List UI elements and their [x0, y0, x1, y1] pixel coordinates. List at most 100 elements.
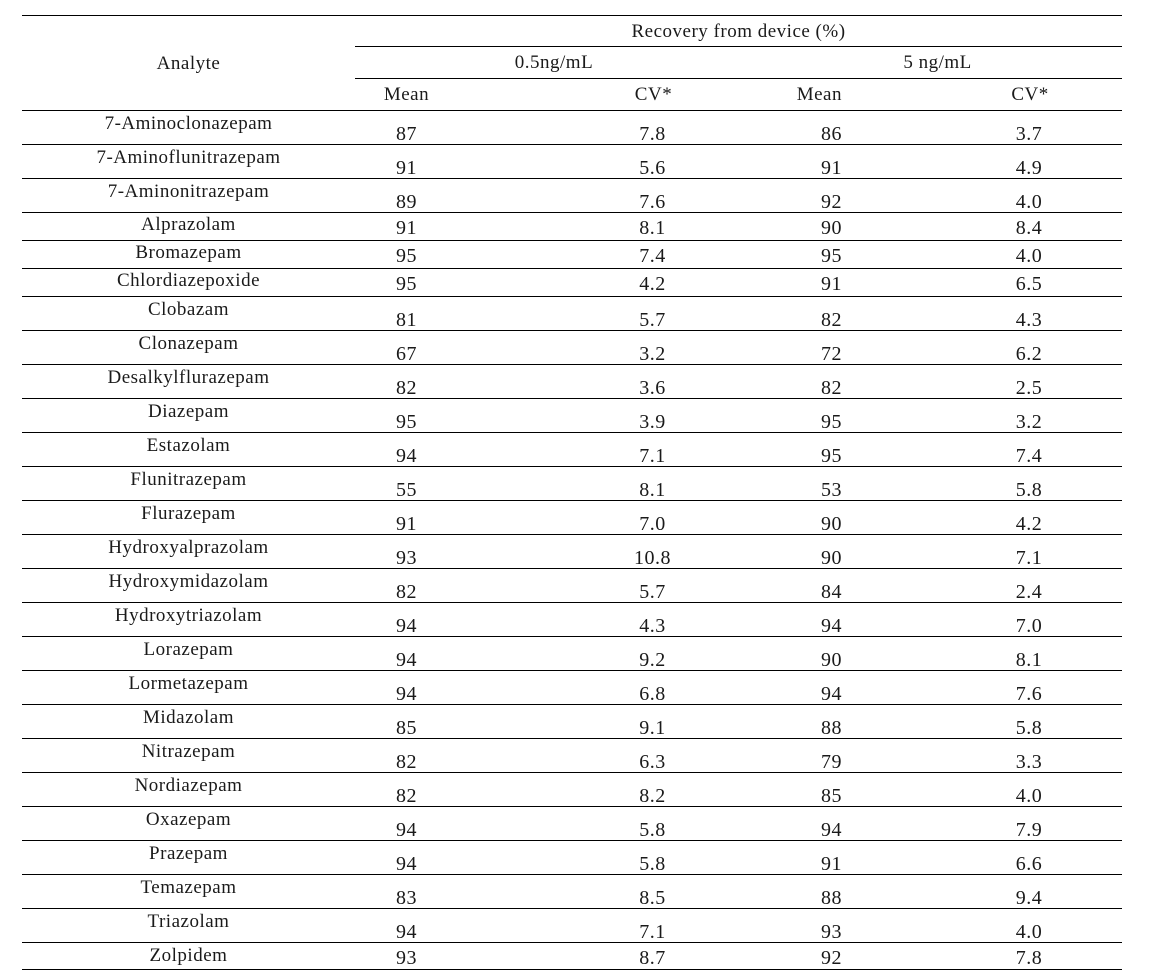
concentration-header-5: 5 ng/mL	[753, 46, 1123, 79]
mean-0-5-cell: 94	[355, 840, 554, 875]
cv-0-5-cell: 6.8	[554, 670, 753, 705]
cv-0-5-cell: 7.1	[554, 432, 753, 467]
table-row: 7-Aminoclonazepam 87 7.8 86 3.7	[22, 110, 1123, 145]
mean-0-5-cell: 91	[355, 212, 554, 241]
mean-5-cell: 84	[753, 568, 938, 603]
cv-5-cell: 4.3	[938, 296, 1123, 331]
mean-5-cell: 90	[753, 500, 938, 535]
mean-header-0-5: Mean	[355, 78, 554, 111]
cv-0-5-cell: 8.2	[554, 772, 753, 807]
table-row: Lormetazepam 94 6.8 94 7.6	[22, 670, 1123, 705]
cv-5-cell: 7.6	[938, 670, 1123, 705]
table-row: Lorazepam 94 9.2 90 8.1	[22, 636, 1123, 671]
mean-header-5: Mean	[753, 78, 938, 111]
cv-5-cell: 7.0	[938, 602, 1123, 637]
cv-0-5-cell: 9.1	[554, 704, 753, 739]
table-row: Bromazepam 95 7.4 95 4.0	[22, 240, 1123, 269]
mean-0-5-cell: 95	[355, 398, 554, 433]
cv-0-5-cell: 8.7	[554, 942, 753, 970]
cv-5-cell: 4.0	[938, 178, 1123, 213]
analyte-cell: Zolpidem	[22, 942, 355, 970]
mean-5-cell: 94	[753, 602, 938, 637]
cv-0-5-cell: 5.8	[554, 806, 753, 841]
table-row: Alprazolam 91 8.1 90 8.4	[22, 212, 1123, 241]
cv-5-cell: 7.4	[938, 432, 1123, 467]
cv-5-cell: 8.1	[938, 636, 1123, 671]
cv-5-cell: 4.0	[938, 772, 1123, 807]
cv-0-5-cell: 8.5	[554, 874, 753, 909]
analyte-cell: Nitrazepam	[22, 738, 355, 773]
mean-5-cell: 95	[753, 432, 938, 467]
table-row: Flunitrazepam 55 8.1 53 5.8	[22, 466, 1123, 501]
analyte-cell: Clonazepam	[22, 330, 355, 365]
table-row: Hydroxytriazolam 94 4.3 94 7.0	[22, 602, 1123, 637]
cv-0-5-cell: 3.9	[554, 398, 753, 433]
mean-0-5-cell: 87	[355, 110, 554, 145]
table-body: 7-Aminoclonazepam 87 7.8 86 3.7 7-Aminoflunit…	[22, 110, 1123, 970]
recovery-table: Analyte Recovery from device (%) 0.5ng/m…	[22, 15, 1123, 970]
mean-5-cell: 72	[753, 330, 938, 365]
analyte-cell: Alprazolam	[22, 212, 355, 241]
cv-0-5-cell: 7.0	[554, 500, 753, 535]
analyte-cell: Diazepam	[22, 398, 355, 433]
analyte-cell: Flurazepam	[22, 500, 355, 535]
mean-0-5-cell: 95	[355, 268, 554, 297]
table-row: Clonazepam 67 3.2 72 6.2	[22, 330, 1123, 365]
table-row: Chlordiazepoxide 95 4.2 91 6.5	[22, 268, 1123, 297]
mean-0-5-cell: 83	[355, 874, 554, 909]
mean-0-5-cell: 82	[355, 772, 554, 807]
analyte-cell: Desalkylflurazepam	[22, 364, 355, 399]
cv-0-5-cell: 5.7	[554, 296, 753, 331]
table-row: Temazepam 83 8.5 88 9.4	[22, 874, 1123, 909]
mean-5-cell: 86	[753, 110, 938, 145]
table-row: 7-Aminoflunitrazepam 91 5.6 91 4.9	[22, 144, 1123, 179]
cv-0-5-cell: 5.7	[554, 568, 753, 603]
cv-5-cell: 6.5	[938, 268, 1123, 297]
table-row: Prazepam 94 5.8 91 6.6	[22, 840, 1123, 875]
cv-5-cell: 5.8	[938, 704, 1123, 739]
table-row: 7-Aminonitrazepam 89 7.6 92 4.0	[22, 178, 1123, 213]
mean-0-5-cell: 94	[355, 602, 554, 637]
analyte-cell: Nordiazepam	[22, 772, 355, 807]
table-row: Triazolam 94 7.1 93 4.0	[22, 908, 1123, 943]
table-row: Nitrazepam 82 6.3 79 3.3	[22, 738, 1123, 773]
analyte-cell: Lorazepam	[22, 636, 355, 671]
mean-5-cell: 88	[753, 874, 938, 909]
mean-0-5-cell: 94	[355, 636, 554, 671]
analyte-cell: Triazolam	[22, 908, 355, 943]
cv-5-cell: 7.9	[938, 806, 1123, 841]
cv-5-cell: 4.2	[938, 500, 1123, 535]
mean-0-5-cell: 89	[355, 178, 554, 213]
analyte-cell: Oxazepam	[22, 806, 355, 841]
cv-5-cell: 2.4	[938, 568, 1123, 603]
analyte-cell: Estazolam	[22, 432, 355, 467]
mean-0-5-cell: 91	[355, 144, 554, 179]
mean-5-cell: 88	[753, 704, 938, 739]
mean-5-cell: 91	[753, 144, 938, 179]
mean-5-cell: 53	[753, 466, 938, 501]
analyte-cell: Lormetazepam	[22, 670, 355, 705]
analyte-cell: Clobazam	[22, 296, 355, 331]
mean-5-cell: 93	[753, 908, 938, 943]
cv-5-cell: 8.4	[938, 212, 1123, 241]
mean-5-cell: 90	[753, 636, 938, 671]
table-row: Nordiazepam 82 8.2 85 4.0	[22, 772, 1123, 807]
table-row: Clobazam 81 5.7 82 4.3	[22, 296, 1123, 331]
analyte-cell: Bromazepam	[22, 240, 355, 269]
cv-0-5-cell: 4.3	[554, 602, 753, 637]
cv-5-cell: 4.9	[938, 144, 1123, 179]
table-row: Flurazepam 91 7.0 90 4.2	[22, 500, 1123, 535]
cv-5-cell: 7.8	[938, 942, 1123, 970]
mean-5-cell: 79	[753, 738, 938, 773]
mean-5-cell: 95	[753, 240, 938, 269]
cv-5-cell: 5.8	[938, 466, 1123, 501]
cv-0-5-cell: 8.1	[554, 212, 753, 241]
table-row: Zolpidem 93 8.7 92 7.8	[22, 942, 1123, 970]
mean-0-5-cell: 91	[355, 500, 554, 535]
mean-0-5-cell: 94	[355, 806, 554, 841]
mean-5-cell: 91	[753, 840, 938, 875]
mean-0-5-cell: 93	[355, 942, 554, 970]
cv-5-cell: 3.3	[938, 738, 1123, 773]
table-row: Hydroxyalprazolam 93 10.8 90 7.1	[22, 534, 1123, 569]
mean-0-5-cell: 94	[355, 670, 554, 705]
